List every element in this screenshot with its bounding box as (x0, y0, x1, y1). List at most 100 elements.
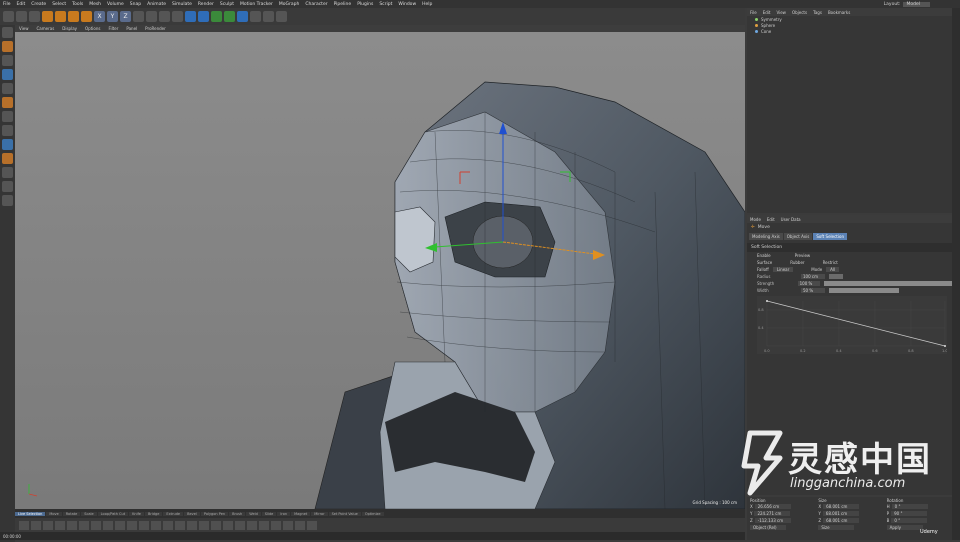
last-frame-icon[interactable] (91, 520, 101, 530)
rotation-field-h[interactable]: 0 ° (891, 504, 928, 509)
prev-frame-icon[interactable] (43, 520, 53, 530)
tab-modeling-axis[interactable]: Modeling Axis (749, 233, 783, 240)
fps-icon[interactable] (295, 520, 305, 530)
deformer-icon[interactable] (237, 11, 248, 22)
next-key-icon[interactable] (79, 520, 89, 530)
size-field-x[interactable]: 68.001 cm (823, 504, 860, 509)
object-row-cone[interactable]: Cone (747, 28, 952, 34)
snap-mode-icon[interactable] (2, 153, 13, 164)
object-menu-tags[interactable]: Tags (810, 10, 825, 15)
range-start-icon[interactable] (271, 520, 281, 530)
scale-icon[interactable] (55, 11, 66, 22)
radius-slider[interactable] (829, 274, 843, 279)
menu-item-snap[interactable]: Snap (127, 2, 144, 7)
live-selection-icon[interactable] (29, 11, 40, 22)
menu-item-character[interactable]: Character (302, 2, 330, 7)
f-curve-icon[interactable] (223, 520, 233, 530)
enable-checkbox[interactable]: Enable (757, 253, 771, 258)
menu-item-motion-tracker[interactable]: Motion Tracker (237, 2, 276, 7)
menu-item-window[interactable]: Window (395, 2, 419, 7)
position-field-z[interactable]: -112.133 cm (754, 518, 791, 523)
menu-item-select[interactable]: Select (49, 2, 69, 7)
render-view-icon[interactable] (146, 11, 157, 22)
keyframe-selection-icon[interactable] (127, 520, 137, 530)
tool-brush[interactable]: Brush (229, 511, 246, 516)
prev-key-icon[interactable] (31, 520, 41, 530)
viewport-menu-prorender[interactable]: ProRender (141, 26, 170, 31)
tool-set-point-value[interactable]: Set Point Value (328, 511, 361, 516)
tool-move[interactable]: Move (46, 511, 62, 516)
tool-rotate[interactable]: Rotate (62, 511, 81, 516)
tool-slide[interactable]: Slide (261, 511, 277, 516)
tool-iron[interactable]: Iron (277, 511, 291, 516)
menu-item-create[interactable]: Create (28, 2, 49, 7)
width-field[interactable]: 50 % (801, 288, 825, 293)
menu-item-simulate[interactable]: Simulate (169, 2, 195, 7)
auto-key-icon[interactable] (115, 520, 125, 530)
array-icon[interactable] (224, 11, 235, 22)
polygons-mode-icon[interactable] (2, 111, 13, 122)
motion-clip-icon[interactable] (247, 520, 257, 530)
viewport-menu-cameras[interactable]: Cameras (33, 26, 59, 31)
snap-frame-icon[interactable] (259, 520, 269, 530)
viewport-menu-panel[interactable]: Panel (122, 26, 141, 31)
size-field-z[interactable]: 68.001 cm (823, 518, 860, 523)
tool-optimize[interactable]: Optimize (361, 511, 384, 516)
attribute-menu-user-data[interactable]: User Data (778, 217, 804, 222)
menu-item-sculpt[interactable]: Sculpt (217, 2, 237, 7)
enable-axis-icon[interactable] (2, 125, 13, 136)
layout-selector[interactable]: Layout: Model (884, 0, 930, 8)
play-icon[interactable] (55, 520, 65, 530)
cube-icon[interactable] (185, 11, 196, 22)
menu-item-edit[interactable]: Edit (14, 2, 29, 7)
tool-live-selection[interactable]: Live Selection (15, 511, 46, 516)
layout-dropdown[interactable]: Model (903, 1, 930, 7)
viewport-menu-display[interactable]: Display (58, 26, 81, 31)
timeline-menu-icon[interactable] (211, 520, 221, 530)
position-key-icon[interactable] (139, 520, 149, 530)
add-icon[interactable] (81, 11, 92, 22)
tool-loop-path-cut[interactable]: Loop/Path Cut (97, 511, 129, 516)
tab-object-axis[interactable]: Object Axis (783, 233, 813, 240)
subdivision-icon[interactable] (211, 11, 222, 22)
sculpt-mode-icon[interactable] (2, 167, 13, 178)
tweak-mode-icon[interactable] (2, 139, 13, 150)
tool-magnet[interactable]: Magnet (291, 511, 311, 516)
pla-key-icon[interactable] (187, 520, 197, 530)
viewport-menu-view[interactable]: View (15, 26, 33, 31)
points-mode-icon[interactable] (2, 83, 13, 94)
tool-mirror[interactable]: Mirror (311, 511, 328, 516)
light-icon[interactable] (276, 11, 287, 22)
menu-item-pipeline[interactable]: Pipeline (331, 2, 355, 7)
first-frame-icon[interactable] (19, 520, 29, 530)
menu-item-script[interactable]: Script (376, 2, 395, 7)
model-mode-icon[interactable] (2, 41, 13, 52)
parameter-key-icon[interactable] (175, 520, 185, 530)
rotation-field-b[interactable]: 0 ° (891, 518, 928, 523)
object-menu-objects[interactable]: Objects (789, 10, 810, 15)
redo-icon[interactable] (16, 11, 27, 22)
object-menu-edit[interactable]: Edit (760, 10, 774, 15)
locked-workplane-icon[interactable] (2, 181, 13, 192)
edges-mode-icon[interactable] (2, 97, 13, 108)
scale-key-icon[interactable] (151, 520, 161, 530)
viewport-menu-filter[interactable]: Filter (104, 26, 122, 31)
tool-bevel[interactable]: Bevel (184, 511, 200, 516)
position-field-y[interactable]: 224.271 cm (754, 511, 791, 516)
strength-field[interactable]: 100 % (797, 281, 820, 286)
mode-dropdown[interactable]: All (826, 267, 840, 272)
attribute-menu-mode[interactable]: Mode (747, 217, 764, 222)
rubber-checkbox[interactable]: Rubber (790, 260, 804, 265)
tool-weld[interactable]: Weld (246, 511, 261, 516)
planar-workplane-icon[interactable] (2, 195, 13, 206)
make-editable-icon[interactable] (2, 27, 13, 38)
tool-knife[interactable]: Knife (129, 511, 144, 516)
size-field-y[interactable]: 68.001 cm (822, 511, 859, 516)
falloff-curve-graph[interactable]: 0.0 0.2 0.4 0.6 0.8 1.0 0.8 0.4 (757, 296, 948, 354)
menu-item-plugins[interactable]: Plugins (354, 2, 376, 7)
width-slider[interactable] (829, 288, 899, 293)
move-icon[interactable] (42, 11, 53, 22)
apply-button[interactable]: Apply (886, 525, 923, 530)
range-end-icon[interactable] (283, 520, 293, 530)
menu-item-volume[interactable]: Volume (104, 2, 127, 7)
